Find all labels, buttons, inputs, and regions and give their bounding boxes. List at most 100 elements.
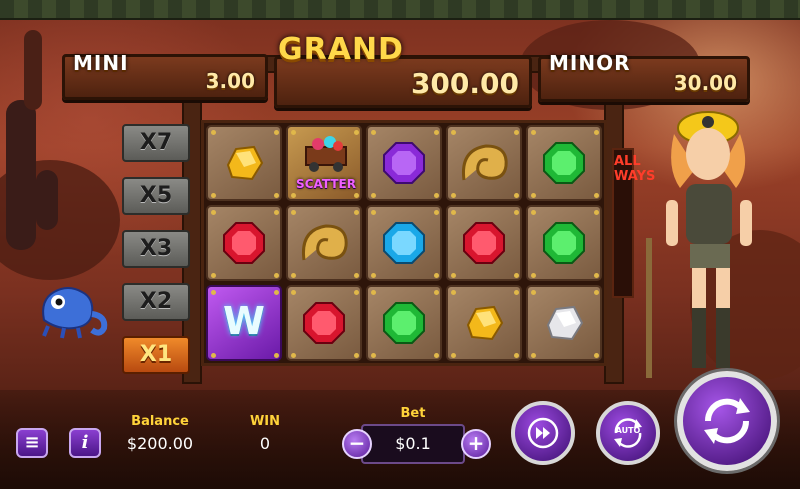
cell-stud <box>594 130 599 135</box>
green-gem-icon <box>543 142 585 184</box>
cell-stud <box>531 193 536 198</box>
cell-stud <box>274 273 279 278</box>
cell-stud <box>291 210 296 215</box>
autoplay-button[interactable]: AUTO <box>596 401 660 465</box>
auto-label: AUTO <box>615 426 641 435</box>
cell-stud <box>514 130 519 135</box>
reel-cell <box>366 125 442 201</box>
cell-stud <box>211 210 216 215</box>
multiplier-x5: X5 <box>122 177 190 215</box>
jackpot-minor-label: MINOR <box>549 51 631 75</box>
cell-stud <box>451 193 456 198</box>
info-button[interactable]: i <box>69 428 101 458</box>
balance-value: $200.00 <box>126 434 194 453</box>
reel-cell: SCATTER <box>286 125 362 201</box>
cell-stud <box>211 130 216 135</box>
red-gem-icon <box>463 222 505 264</box>
jackpot-mini: MINI 3.00 <box>62 51 268 100</box>
multiplier-x3: X3 <box>122 230 190 268</box>
bet-decrease-button[interactable]: − <box>342 429 372 459</box>
cell-stud <box>371 273 376 278</box>
cell-stud <box>451 353 456 358</box>
reel-cell <box>366 205 442 281</box>
green-gem-icon <box>543 222 585 264</box>
cell-stud <box>291 290 296 295</box>
reel-grid: SCATTER W <box>201 120 607 366</box>
cell-stud <box>354 353 359 358</box>
ammonite-fossil-icon <box>461 144 508 181</box>
all-ways-banner: ALL WAYS <box>612 148 655 298</box>
multiplier-x2: X2 <box>122 283 190 321</box>
cell-stud <box>354 193 359 198</box>
cell-stud <box>594 353 599 358</box>
menu-button[interactable]: ≡ <box>16 428 48 458</box>
red-gem-icon <box>223 222 265 264</box>
yellow-gem-icon <box>466 305 504 341</box>
miner-character <box>646 111 752 378</box>
reel-cell <box>286 285 362 361</box>
jackpot-minor: MINOR 30.00 <box>538 51 750 102</box>
cell-stud <box>211 353 216 358</box>
cell-stud <box>354 130 359 135</box>
reel-cell <box>286 205 362 281</box>
cactus <box>6 100 36 250</box>
cell-stud <box>451 290 456 295</box>
green-gem-icon <box>383 302 425 344</box>
reel-cell <box>526 125 602 201</box>
cell-stud <box>451 130 456 135</box>
multiplier-x1-active: X1 <box>122 336 190 374</box>
jackpot-minor-value: 30.00 <box>673 71 737 95</box>
spin-button[interactable] <box>677 371 777 471</box>
win-value: 0 <box>259 434 271 453</box>
chameleon-mascot <box>42 287 108 339</box>
cell-stud <box>354 290 359 295</box>
cell-stud <box>514 290 519 295</box>
cactus <box>24 30 42 110</box>
cell-stud <box>434 210 439 215</box>
wild-symbol: W <box>223 299 265 343</box>
cell-stud <box>514 193 519 198</box>
cell-stud <box>291 193 296 198</box>
cell-stud <box>354 273 359 278</box>
yellow-gem-icon <box>226 145 264 181</box>
cell-stud <box>371 130 376 135</box>
cell-stud <box>434 273 439 278</box>
cell-stud <box>531 210 536 215</box>
cell-stud <box>371 210 376 215</box>
purple-gem-icon <box>383 142 425 184</box>
cell-stud <box>514 273 519 278</box>
cell-stud <box>434 193 439 198</box>
bet-label: Bet <box>400 406 426 421</box>
turbo-button[interactable] <box>511 401 575 465</box>
minus-icon: − <box>348 431 366 455</box>
jackpot-grand-value: 300.00 <box>410 67 519 100</box>
cell-stud <box>274 353 279 358</box>
cell-stud <box>531 273 536 278</box>
plus-icon: + <box>467 431 485 455</box>
hamburger-icon: ≡ <box>24 432 40 453</box>
cell-stud <box>291 273 296 278</box>
cell-stud <box>211 273 216 278</box>
reel-cell <box>526 205 602 281</box>
bet-amount: $0.1 <box>361 424 465 464</box>
cell-stud <box>211 193 216 198</box>
multiplier-x7: X7 <box>122 124 190 162</box>
balance-label: Balance <box>131 414 189 429</box>
reel-cell <box>366 285 442 361</box>
cell-stud <box>531 130 536 135</box>
cell-stud <box>274 290 279 295</box>
cell-stud <box>451 273 456 278</box>
reel-cell <box>206 125 282 201</box>
reel-cell <box>526 285 602 361</box>
white-gem-icon <box>546 305 584 341</box>
cell-stud <box>531 353 536 358</box>
bet-increase-button[interactable]: + <box>461 429 491 459</box>
cell-stud <box>594 290 599 295</box>
cell-stud <box>594 193 599 198</box>
reel-cell <box>446 205 522 281</box>
reel-cell <box>446 285 522 361</box>
cell-stud <box>371 290 376 295</box>
cell-stud <box>291 130 296 135</box>
cell-stud <box>274 193 279 198</box>
cell-stud <box>514 210 519 215</box>
